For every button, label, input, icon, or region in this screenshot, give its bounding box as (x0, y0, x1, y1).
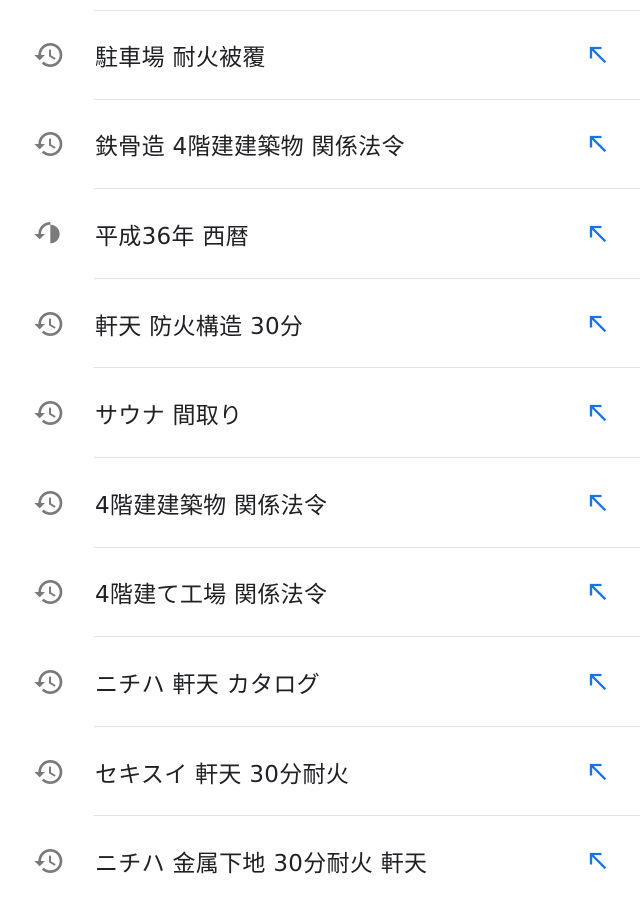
history-clock-icon (33, 397, 65, 429)
history-clock-icon (33, 845, 65, 877)
history-item[interactable]: ニチハ 軒天 カタログ (0, 637, 640, 727)
history-query-text: ニチハ 軒天 カタログ (95, 671, 320, 698)
north-west-arrow-icon[interactable] (584, 668, 612, 696)
history-item[interactable]: ニチハ 金属下地 30分耐火 軒天 (0, 816, 640, 906)
history-clock-icon (33, 308, 65, 340)
history-item[interactable]: 鉄骨造 4階建建築物 関係法令 (0, 100, 640, 190)
history-query-text: サウナ 間取り (95, 403, 243, 430)
history-item[interactable]: セキスイ 軒天 30分耐火 (0, 727, 640, 817)
history-query-text: 鉄骨造 4階建建築物 関係法令 (95, 134, 405, 161)
history-item[interactable]: 平成36年 西暦 (0, 189, 640, 279)
history-clock-icon (33, 39, 65, 71)
north-west-arrow-icon[interactable] (584, 758, 612, 786)
north-west-arrow-icon[interactable] (584, 220, 612, 248)
search-history-list: 駐車場 耐火被覆 鉄骨造 4階建建築物 関係法令 平成36年 西暦 軒天 防火構… (0, 10, 640, 906)
history-query-text: 平成36年 西暦 (95, 223, 249, 250)
history-query-text: 4階建て工場 関係法令 (95, 582, 328, 609)
history-item[interactable]: サウナ 間取り (0, 368, 640, 458)
history-item[interactable]: 駐車場 耐火被覆 (0, 10, 640, 100)
north-west-arrow-icon[interactable] (584, 130, 612, 158)
north-west-arrow-icon[interactable] (584, 847, 612, 875)
history-clock-icon (33, 128, 65, 160)
history-query-text: 駐車場 耐火被覆 (95, 44, 266, 71)
history-query-text: ニチハ 金属下地 30分耐火 軒天 (95, 851, 428, 878)
history-clock-icon (33, 666, 65, 698)
history-clock-icon (33, 218, 65, 250)
history-query-text: 軒天 防火構造 30分 (95, 313, 304, 340)
north-west-arrow-icon[interactable] (584, 310, 612, 338)
north-west-arrow-icon[interactable] (584, 578, 612, 606)
history-item[interactable]: 軒天 防火構造 30分 (0, 279, 640, 369)
history-clock-icon (33, 576, 65, 608)
north-west-arrow-icon[interactable] (584, 399, 612, 427)
north-west-arrow-icon[interactable] (584, 489, 612, 517)
history-query-text: 4階建建築物 関係法令 (95, 492, 328, 519)
history-item[interactable]: 4階建建築物 関係法令 (0, 458, 640, 548)
history-item[interactable]: 4階建て工場 関係法令 (0, 548, 640, 638)
history-clock-icon (33, 756, 65, 788)
history-clock-icon (33, 487, 65, 519)
north-west-arrow-icon[interactable] (584, 41, 612, 69)
history-query-text: セキスイ 軒天 30分耐火 (95, 761, 350, 788)
